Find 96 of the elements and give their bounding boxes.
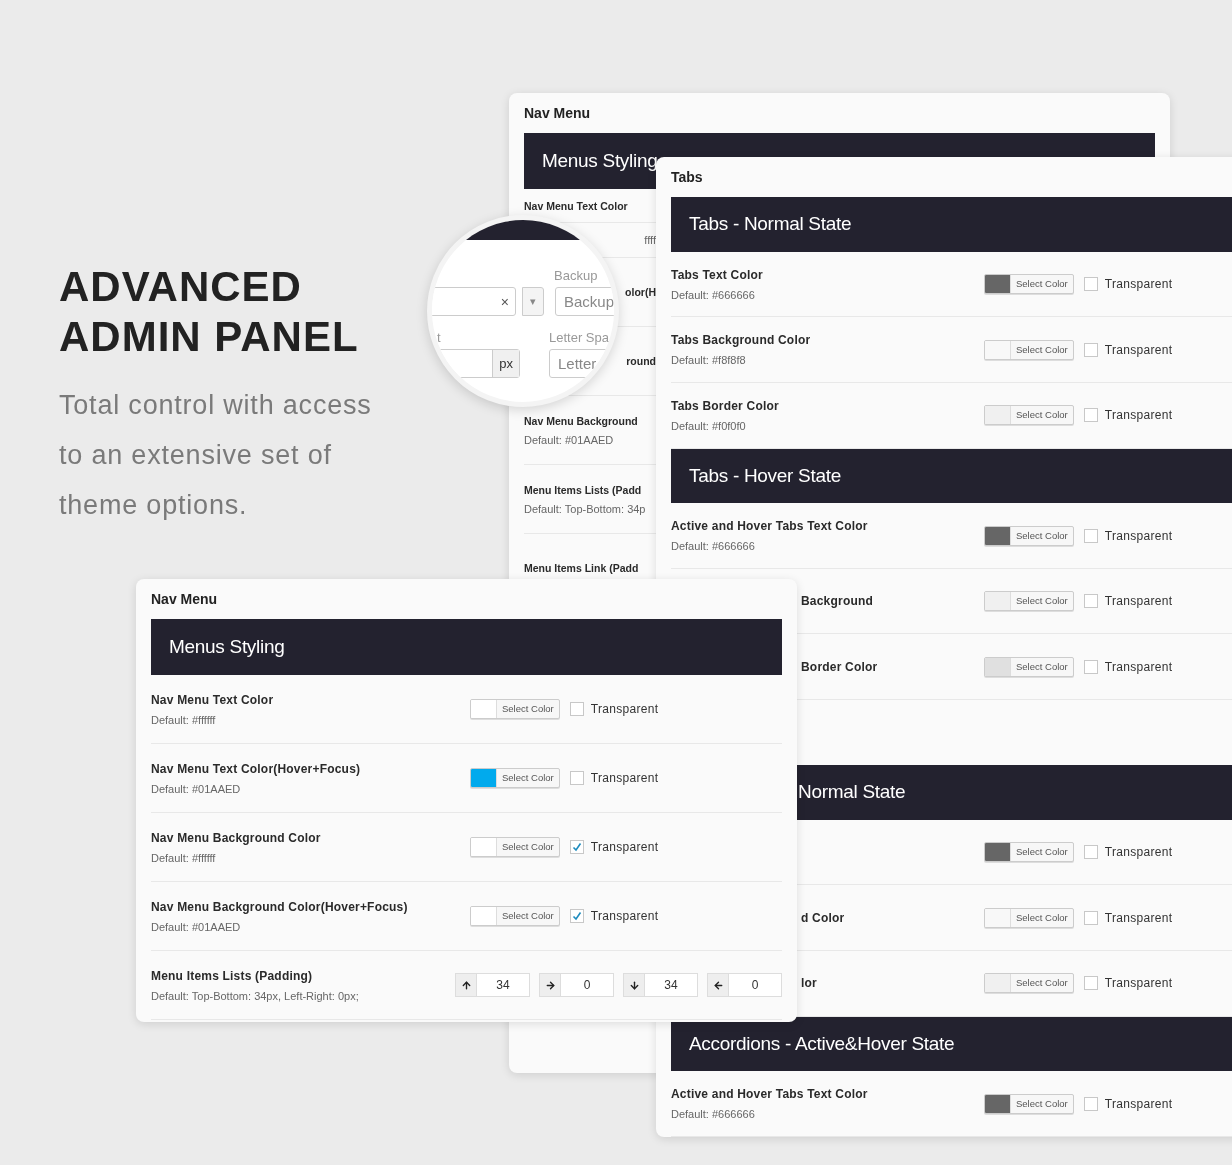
transparent-checkbox[interactable] [569, 702, 584, 716]
panel-title: Tabs [671, 168, 704, 187]
field-label: Backup [554, 268, 598, 283]
checkbox-label: Transparent [1104, 594, 1173, 609]
default-value: Default: #01AAED [151, 920, 241, 933]
setting-label: round [626, 355, 656, 367]
color-picker-button[interactable]: Select Color [470, 906, 560, 926]
color-picker-button[interactable]: Select Color [984, 973, 1074, 994]
default-value: Default: #666666 [671, 288, 755, 301]
default-value: Default: #ffffff [151, 713, 216, 726]
default-value: Default: #666666 [671, 540, 755, 553]
default-value: ffff [644, 234, 656, 246]
padding-field[interactable]: 34 [623, 973, 698, 997]
transparent-checkbox[interactable] [1083, 845, 1098, 860]
checkbox-label: Transparent [1104, 976, 1173, 991]
transparent-checkbox[interactable] [1083, 910, 1098, 925]
setting-label: Nav Menu Text Color [524, 199, 628, 212]
section-header: Menus Styling [151, 619, 782, 675]
transparent-checkbox[interactable] [1083, 976, 1098, 991]
setting-label: Tabs Text Color [671, 267, 763, 282]
default-value: Default: Top-Bottom: 34px, Left-Right: 0px; [151, 989, 359, 1002]
transparent-checkbox[interactable] [569, 771, 584, 785]
field-label: Letter Spa [549, 330, 609, 345]
color-picker-button[interactable]: Select Color [984, 405, 1074, 426]
checkbox-label: Transparent [1104, 910, 1173, 925]
select-field[interactable]: × [432, 287, 516, 316]
panel-title: Nav Menu [524, 104, 592, 123]
padding-field[interactable]: 34 [455, 973, 530, 997]
padding-field[interactable]: 0 [707, 973, 782, 997]
setting-label: Nav Menu Background Color [151, 830, 321, 845]
checkbox-label: Transparent [1104, 1096, 1173, 1111]
setting-label: Nav Menu Text Color(Hover+Focus) [151, 761, 361, 776]
transparent-checkbox[interactable] [1083, 1096, 1098, 1111]
input-field[interactable]: Backup [555, 287, 614, 316]
setting-label: Nav Menu Text Color [151, 692, 274, 707]
setting-label: Tabs Border Color [671, 398, 779, 413]
arrow-icon [628, 979, 640, 991]
default-value: Default: #ffffff [151, 851, 216, 864]
section-header: Tabs - Normal State [671, 197, 1232, 252]
transparent-checkbox[interactable] [569, 840, 584, 854]
default-value: Default: #f8f8f8 [671, 354, 746, 367]
color-picker-button[interactable]: Select Color [984, 591, 1074, 612]
color-picker-button[interactable]: Select Color [984, 1093, 1074, 1114]
checkbox-label: Transparent [590, 771, 659, 785]
color-picker-button[interactable]: Select Color [984, 907, 1074, 928]
field-label: t [437, 330, 441, 345]
default-value: Default: Top-Bottom: 34p [524, 502, 646, 515]
arrow-icon [544, 979, 556, 991]
setting-label: Menu Items Link (Padd [524, 562, 639, 574]
arrow-icon [460, 979, 472, 991]
setting-label: Menu Items Lists (Padd [524, 483, 642, 496]
panel-title: Nav Menu [151, 590, 219, 609]
checkbox-label: Transparent [590, 909, 659, 923]
setting-label: Active and Hover Tabs Text Color [671, 1087, 868, 1102]
transparent-checkbox[interactable] [1083, 528, 1098, 543]
checkbox-label: Transparent [1104, 342, 1173, 357]
color-picker-button[interactable]: Select Color [984, 656, 1074, 677]
hero-subtitle: Total control with access to an extensive set of theme options. [59, 389, 373, 522]
checkbox-label: Transparent [1104, 659, 1173, 674]
checkbox-label: Transparent [1104, 408, 1173, 423]
transparent-checkbox[interactable] [1083, 277, 1098, 292]
transparent-checkbox[interactable] [1083, 594, 1098, 609]
color-picker-button[interactable]: Select Color [984, 842, 1074, 863]
setting-label: Nav Menu Background [524, 414, 638, 427]
default-value: Default: #01AAED [524, 433, 614, 446]
default-value: Default: #01AAED [151, 782, 241, 795]
setting-label: olor(H [625, 286, 656, 298]
transparent-checkbox[interactable] [1083, 408, 1098, 423]
setting-label: Tabs Background Color [671, 333, 811, 348]
color-picker-button[interactable]: Select Color [470, 699, 560, 719]
color-picker-button[interactable]: Select Color [984, 525, 1074, 546]
section-header: Tabs - Hover State [671, 448, 1232, 504]
checkbox-label: Transparent [1104, 528, 1173, 543]
setting-label: Active and Hover Tabs Text Color [671, 519, 868, 534]
color-picker-button[interactable]: Select Color [470, 768, 560, 788]
color-picker-button[interactable]: Select Color [984, 339, 1074, 360]
padding-field[interactable]: 0 [539, 973, 614, 997]
checkbox-label: Transparent [590, 840, 659, 854]
setting-label: Background [801, 594, 873, 609]
setting-label: Border Color [801, 659, 878, 674]
setting-label: Nav Menu Background Color(Hover+Focus) [151, 899, 408, 914]
setting-label: lor [801, 976, 817, 991]
default-value: Default: #f0f0f0 [671, 419, 746, 432]
default-value: Default: #666666 [671, 1108, 755, 1121]
checkbox-label: Transparent [1104, 845, 1173, 860]
setting-label: Menu Items Lists (Padding) [151, 968, 313, 983]
transparent-checkbox[interactable] [1083, 342, 1098, 357]
color-picker-button[interactable]: Select Color [470, 837, 560, 857]
transparent-checkbox[interactable] [569, 909, 584, 923]
checkbox-label: Transparent [590, 702, 659, 716]
setting-label: d Color [801, 910, 845, 925]
transparent-checkbox[interactable] [1083, 659, 1098, 674]
checkbox-label: Transparent [1104, 277, 1173, 292]
arrow-icon [712, 979, 724, 991]
color-picker-button[interactable]: Select Color [984, 274, 1074, 295]
section-header: Accordions - Active&Hover State [671, 1016, 1232, 1072]
